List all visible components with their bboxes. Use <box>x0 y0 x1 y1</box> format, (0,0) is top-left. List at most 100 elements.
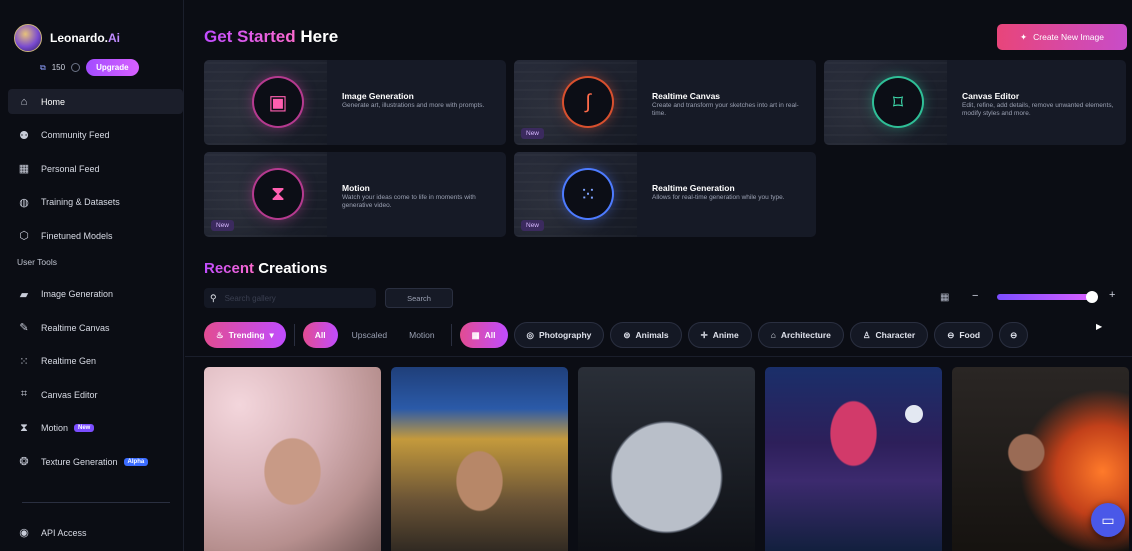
realtime-canvas-icon: ∫ <box>564 78 612 126</box>
models-icon: ⬡ <box>19 230 29 242</box>
sidebar-item-label: Realtime Gen <box>41 356 97 366</box>
building-icon: ⌂ <box>770 330 776 340</box>
card-description: Watch your ideas come to life in moments… <box>342 194 476 209</box>
realtime-canvas-icon: ✎ <box>19 322 29 334</box>
sidebar-item-api-access[interactable]: ◉ API Access <box>17 526 87 539</box>
category-label: Anime <box>712 330 739 340</box>
brand-name: Leonardo.Ai <box>50 31 120 45</box>
sidebar-item-image-generation[interactable]: ▰ Image Generation <box>8 282 183 307</box>
zoom-out-button[interactable]: − <box>972 290 978 302</box>
category-label: Food <box>959 330 981 340</box>
sidebar-divider <box>22 502 170 503</box>
info-icon[interactable] <box>71 63 81 72</box>
api-icon: ◉ <box>19 527 29 539</box>
upgrade-button[interactable]: Upgrade <box>86 59 139 76</box>
sidebar-item-label: Finetuned Models <box>41 230 113 241</box>
image-generation-icon: ▰ <box>19 288 29 301</box>
sidebar-item-label: API Access <box>41 527 87 538</box>
image-generation-icon: ▣ <box>254 78 302 126</box>
brand[interactable]: Leonardo.Ai <box>14 24 120 52</box>
gallery-image[interactable] <box>391 367 568 551</box>
flame-icon: ♨ <box>216 329 224 340</box>
brand-name-main: Leonardo. <box>50 31 109 45</box>
create-new-image-label: Create New Image <box>1033 32 1104 42</box>
realtime-gen-icon: ⁙ <box>19 355 29 368</box>
category-character[interactable]: ♙ Character <box>849 322 929 348</box>
brand-name-ai: Ai <box>108 31 121 45</box>
camera-icon: ◎ <box>526 329 534 340</box>
new-badge: New <box>74 424 95 432</box>
training-icon: ◍ <box>19 196 29 209</box>
category-food[interactable]: ⊖ Food <box>934 322 994 348</box>
sidebar-item-label: Home <box>41 96 66 107</box>
feature-card-realtime-canvas[interactable]: ∫ Realtime Canvas Create and transform y… <box>514 60 816 145</box>
grid-view-icon[interactable]: ▦ <box>940 292 949 303</box>
gallery-image[interactable] <box>578 367 755 551</box>
chat-support-button[interactable]: ▭ <box>1091 503 1125 537</box>
card-description: Create and transform your sketches into … <box>652 102 799 117</box>
gallery-image[interactable] <box>204 367 381 551</box>
tab-motion[interactable]: Motion <box>401 322 443 348</box>
feature-card-image-generation[interactable]: ▣ Image Generation Generate art, illustr… <box>204 60 506 145</box>
feature-card-motion[interactable]: ⧗ Motion Watch your ideas come to life i… <box>204 152 506 237</box>
main-content: Get Started Here ✦ Create New Image ▣ Im… <box>185 0 1132 551</box>
home-icon: ⌂ <box>20 95 28 108</box>
card-title: Realtime Generation <box>652 183 735 193</box>
sidebar-item-realtime-gen[interactable]: ⁙ Realtime Gen <box>8 349 183 374</box>
sidebar-item-finetuned-models[interactable]: ⬡ Finetuned Models <box>8 223 183 248</box>
canvas-editor-icon: ⌑ <box>874 78 922 126</box>
sidebar-item-training[interactable]: ◍ Training & Datasets <box>8 190 183 215</box>
personal-feed-icon: ▦ <box>18 163 30 175</box>
create-new-image-button[interactable]: ✦ Create New Image <box>997 24 1127 50</box>
scroll-right-icon[interactable]: ▶ <box>1096 322 1102 331</box>
texture-icon: ❂ <box>19 456 29 468</box>
sidebar-item-label: Community Feed <box>41 130 110 140</box>
sparkle-icon: ✦ <box>1020 31 1028 42</box>
category-animals[interactable]: ⊜ Animals <box>610 322 682 348</box>
category-architecture[interactable]: ⌂ Architecture <box>757 322 844 348</box>
alpha-badge: Alpha <box>123 457 149 466</box>
sidebar-item-label: Realtime Canvas <box>41 322 110 333</box>
zoom-slider[interactable] <box>997 291 1098 303</box>
feature-card-realtime-generation[interactable]: ⁙ Realtime Generation Allows for real-ti… <box>514 152 816 237</box>
search-icon: ⚲ <box>210 292 217 303</box>
search-input[interactable] <box>224 293 355 303</box>
category-photography[interactable]: ◎ Photography <box>513 322 605 348</box>
card-description: Generate art, illustrations and more wit… <box>342 102 485 109</box>
token-balance: ⧉ 150 Upgrade <box>40 59 139 76</box>
search-button[interactable]: Search <box>385 288 453 308</box>
card-title: Canvas Editor <box>962 91 1020 101</box>
new-badge: New <box>521 128 545 139</box>
category-all[interactable]: ▦ All <box>459 322 508 348</box>
sidebar-item-texture-generation[interactable]: ❂ Texture Generation Alpha <box>8 449 183 474</box>
recent-title-accent: Recent <box>204 260 255 277</box>
sidebar-item-motion[interactable]: ⧗ Motion New <box>8 416 183 441</box>
sidebar-item-community-feed[interactable]: ⚉ Community Feed <box>8 123 183 148</box>
zoom-in-button[interactable]: + <box>1109 289 1115 301</box>
token-icon: ⧉ <box>40 62 46 72</box>
sidebar: Leonardo.Ai ⧉ 150 Upgrade ⌂ Home ⚉ Commu… <box>0 0 184 551</box>
page-title-accent: Get Started <box>204 27 296 46</box>
trending-dropdown[interactable]: ♨ Trending ▾ <box>204 322 286 348</box>
card-description: Edit, refine, add details, remove unwant… <box>962 102 1114 117</box>
tab-all[interactable]: All <box>302 322 338 348</box>
category-anime[interactable]: ✛ Anime <box>687 322 752 348</box>
sidebar-item-canvas-editor[interactable]: ⌗ Canvas Editor <box>8 382 183 407</box>
filter-separator <box>450 324 452 346</box>
brand-logo <box>14 24 42 52</box>
feature-card-canvas-editor[interactable]: ⌑ Canvas Editor Edit, refine, add detail… <box>824 60 1126 145</box>
food-icon: ⊖ <box>947 329 955 340</box>
sidebar-item-realtime-canvas[interactable]: ✎ Realtime Canvas <box>8 315 183 340</box>
sidebar-item-personal-feed[interactable]: ▦ Personal Feed <box>8 156 183 181</box>
card-description: Allows for real-time generation while yo… <box>652 194 785 201</box>
tab-upscaled[interactable]: Upscaled <box>344 322 395 348</box>
new-badge: New <box>211 220 235 231</box>
trending-label: Trending <box>228 330 265 340</box>
sidebar-item-home[interactable]: ⌂ Home <box>8 89 183 114</box>
filter-bar: ♨ Trending ▾ All Upscaled Motion ▦ All ◎… <box>204 322 1132 348</box>
zoom-slider-handle[interactable] <box>1086 291 1098 303</box>
gallery-image[interactable] <box>765 367 942 551</box>
category-more[interactable]: ⊖ <box>999 322 1029 348</box>
page-title-rest: Here <box>295 27 339 46</box>
more-category-icon: ⊖ <box>1010 329 1018 340</box>
